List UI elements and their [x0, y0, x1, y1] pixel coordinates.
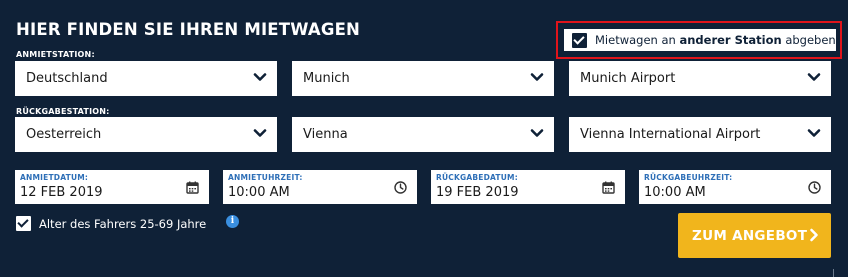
return-country-value: Oesterreich [26, 127, 102, 142]
pickup-time-value: 10:00 AM [228, 185, 290, 200]
return-city-value: Vienna [303, 127, 348, 142]
pickup-city-value: Munich [303, 71, 350, 86]
return-country-select[interactable]: Oesterreich [15, 117, 277, 152]
pickup-date-value: 12 FEB 2019 [20, 185, 103, 200]
page-title: HIER FINDEN SIE IHREN MIETWAGEN [16, 20, 361, 39]
pickup-time-field[interactable]: ANMIETUHRZEIT: 10:00 AM [223, 170, 417, 204]
return-date-label: RÜCKGABEDATUM: [436, 173, 518, 182]
info-icon[interactable]: i [226, 215, 239, 228]
pickup-station-select[interactable]: Munich Airport [569, 61, 831, 96]
return-station-label: RÜCKGABESTATION: [16, 107, 110, 116]
chevron-down-icon [253, 129, 267, 137]
driver-age-label: Alter des Fahrers 25-69 Jahre [39, 216, 207, 231]
pickup-station-label: ANMIETSTATION: [16, 50, 95, 59]
pickup-country-select[interactable]: Deutschland [15, 61, 277, 96]
return-station-select[interactable]: Vienna International Airport [569, 117, 831, 152]
return-date-value: 19 FEB 2019 [436, 185, 519, 200]
driver-age-checkbox-row[interactable]: Alter des Fahrers 25-69 Jahre [16, 216, 206, 231]
return-station-value: Vienna International Airport [580, 127, 761, 142]
different-station-label: Mietwagen an anderer Station abgeben [595, 33, 836, 47]
pickup-city-select[interactable]: Munich [292, 61, 554, 96]
pickup-date-field[interactable]: ANMIETDATUM: 12 FEB 2019 [15, 170, 209, 204]
chevron-down-icon [807, 129, 821, 137]
chevron-right-icon [810, 228, 818, 242]
calendar-icon[interactable] [186, 181, 199, 194]
return-option-highlight: Mietwagen an anderer Station abgeben [556, 21, 842, 59]
pickup-time-label: ANMIETUHRZEIT: [228, 173, 303, 182]
pickup-country-value: Deutschland [26, 71, 108, 86]
clock-icon[interactable] [394, 181, 407, 194]
return-time-value: 10:00 AM [644, 185, 706, 200]
chevron-down-icon [253, 73, 267, 81]
return-time-field[interactable]: RÜCKGABEUHRZEIT: 10:00 AM [639, 170, 831, 204]
return-time-label: RÜCKGABEUHRZEIT: [644, 173, 733, 182]
chevron-down-icon [530, 73, 544, 81]
pickup-station-value: Munich Airport [580, 71, 676, 86]
different-station-checkbox-row[interactable]: Mietwagen an anderer Station abgeben [564, 29, 836, 51]
return-city-select[interactable]: Vienna [292, 117, 554, 152]
return-date-field[interactable]: RÜCKGABEDATUM: 19 FEB 2019 [431, 170, 625, 204]
clock-icon[interactable] [808, 181, 821, 194]
calendar-icon[interactable] [602, 181, 615, 194]
chevron-down-icon [530, 129, 544, 137]
pickup-date-label: ANMIETDATUM: [20, 173, 89, 182]
scroll-corner-mark [833, 269, 834, 277]
checkbox-checked-icon[interactable] [572, 32, 587, 48]
chevron-down-icon [807, 73, 821, 81]
submit-offer-button[interactable]: ZUM ANGEBOT [678, 213, 831, 258]
checkbox-checked-icon[interactable] [16, 216, 31, 231]
submit-button-label: ZUM ANGEBOT [692, 227, 808, 244]
